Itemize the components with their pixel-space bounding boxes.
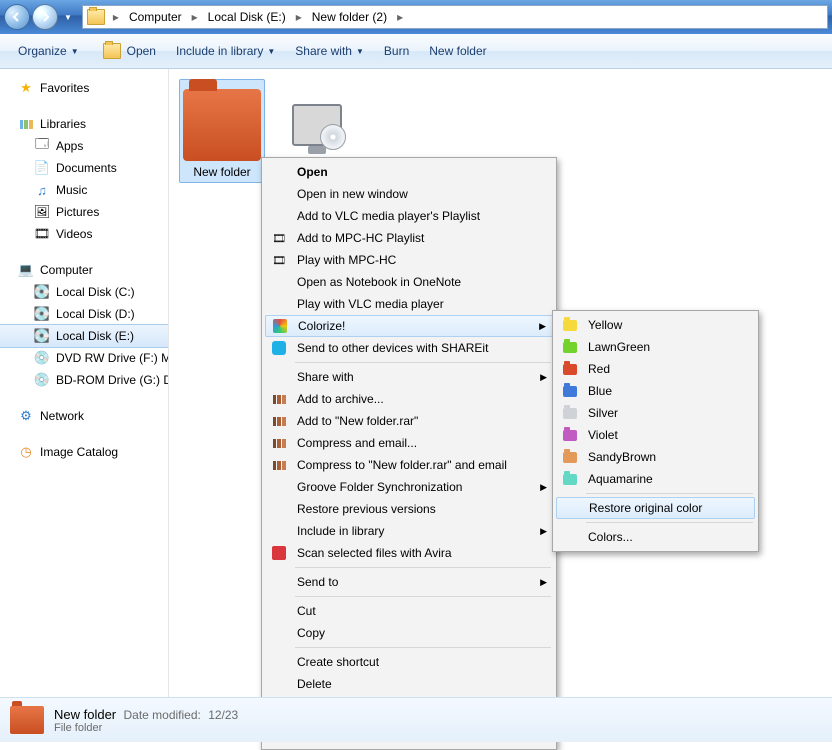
folder-icon	[87, 9, 105, 25]
ctx-colorize[interactable]: Colorize!▶	[265, 315, 553, 337]
file-label: New folder	[183, 165, 261, 179]
address-bar[interactable]: ▸ Computer▸ Local Disk (E:)▸ New folder …	[82, 5, 828, 29]
ctx-shareit[interactable]: Send to other devices with SHAREit	[265, 337, 553, 359]
ctx-cut[interactable]: Cut	[265, 600, 553, 622]
open-button[interactable]: Open	[89, 39, 166, 63]
sidebar-item-music[interactable]: ♫Music	[0, 179, 168, 201]
ctx-share-with[interactable]: Share with▶	[265, 366, 553, 388]
ctx-compress-rar-email[interactable]: Compress to "New folder.rar" and email	[265, 454, 553, 476]
crumb-drive[interactable]: Local Disk (E:)	[202, 6, 292, 28]
ctx-include-library[interactable]: Include in library▶	[265, 520, 553, 542]
sidebar-favorites[interactable]: ★Favorites	[0, 77, 168, 99]
nav-back-button[interactable]	[4, 4, 30, 30]
color-option-aquamarine[interactable]: Aquamarine	[556, 468, 755, 490]
crumb-computer[interactable]: Computer	[123, 6, 188, 28]
ctx-send-to[interactable]: Send to▶	[265, 571, 553, 593]
color-option-violet[interactable]: Violet	[556, 424, 755, 446]
nav-bar: ▼ ▸ Computer▸ Local Disk (E:)▸ New folde…	[0, 0, 832, 34]
color-restore-original[interactable]: Restore original color	[556, 497, 755, 519]
ctx-onenote[interactable]: Open as Notebook in OneNote	[265, 271, 553, 293]
ctx-groove[interactable]: Groove Folder Synchronization▶	[265, 476, 553, 498]
exe-icon	[278, 89, 356, 161]
sidebar-item-apps[interactable]: 🗔Apps	[0, 135, 168, 157]
color-option-silver[interactable]: Silver	[556, 402, 755, 424]
details-thumb-icon	[10, 706, 44, 734]
color-option-red[interactable]: Red	[556, 358, 755, 380]
ctx-mpc-add[interactable]: 🎞Add to MPC-HC Playlist	[265, 227, 553, 249]
file-tile-new-folder[interactable]: New folder	[179, 79, 265, 183]
sidebar-item-disk-e[interactable]: 💽Local Disk (E:)	[0, 324, 168, 348]
context-menu: Open Open in new window Add to VLC media…	[261, 157, 557, 750]
sidebar-item-bdrom[interactable]: 💿BD-ROM Drive (G:) D	[0, 369, 168, 391]
folder-icon-large	[183, 89, 261, 161]
burn-button[interactable]: Burn	[374, 40, 419, 62]
details-pane: New folder Date modified: 12/23 File fol…	[0, 697, 832, 742]
organize-button[interactable]: Organize▼	[8, 40, 89, 62]
sidebar-item-disk-c[interactable]: 💽Local Disk (C:)	[0, 281, 168, 303]
color-option-blue[interactable]: Blue	[556, 380, 755, 402]
ctx-delete[interactable]: Delete	[265, 673, 553, 695]
color-option-sandybrown[interactable]: SandyBrown	[556, 446, 755, 468]
sidebar-computer[interactable]: 💻Computer	[0, 259, 168, 281]
toolbar: Organize▼ Open Include in library▼ Share…	[0, 34, 832, 69]
ctx-open[interactable]: Open	[265, 161, 553, 183]
ctx-vlc-play[interactable]: Play with VLC media player	[265, 293, 553, 315]
colorize-submenu: YellowLawnGreenRedBlueSilverVioletSandyB…	[552, 310, 759, 552]
color-option-yellow[interactable]: Yellow	[556, 314, 755, 336]
new-folder-button[interactable]: New folder	[419, 40, 496, 62]
details-name: New folder	[54, 707, 116, 722]
ctx-avira[interactable]: Scan selected files with Avira	[265, 542, 553, 564]
crumb-folder[interactable]: New folder (2)	[306, 6, 393, 28]
include-library-button[interactable]: Include in library▼	[166, 40, 285, 62]
sidebar-item-documents[interactable]: 📄Documents	[0, 157, 168, 179]
ctx-restore-previous[interactable]: Restore previous versions	[265, 498, 553, 520]
sidebar-item-videos[interactable]: 🎞Videos	[0, 223, 168, 245]
details-mod-label: Date modified:	[123, 708, 200, 722]
ctx-open-new-window[interactable]: Open in new window	[265, 183, 553, 205]
color-option-lawngreen[interactable]: LawnGreen	[556, 336, 755, 358]
sidebar-item-disk-d[interactable]: 💽Local Disk (D:)	[0, 303, 168, 325]
color-more[interactable]: Colors...	[556, 526, 755, 548]
sidebar: ★Favorites Libraries 🗔Apps 📄Documents ♫M…	[0, 69, 169, 703]
details-type: File folder	[54, 722, 238, 734]
details-mod-value: 12/23	[208, 708, 238, 722]
share-with-button[interactable]: Share with▼	[285, 40, 374, 62]
ctx-vlc-add[interactable]: Add to VLC media player's Playlist	[265, 205, 553, 227]
ctx-create-shortcut[interactable]: Create shortcut	[265, 651, 553, 673]
file-tile-exe[interactable]	[274, 79, 360, 169]
sidebar-network[interactable]: ⚙Network	[0, 405, 168, 427]
sidebar-image-catalog[interactable]: ◷Image Catalog	[0, 441, 168, 463]
ctx-copy[interactable]: Copy	[265, 622, 553, 644]
sidebar-item-pictures[interactable]: 🖼Pictures	[0, 201, 168, 223]
sidebar-libraries[interactable]: Libraries	[0, 113, 168, 135]
ctx-compress-email[interactable]: Compress and email...	[265, 432, 553, 454]
ctx-add-rar[interactable]: Add to "New folder.rar"	[265, 410, 553, 432]
ctx-mpc-play[interactable]: 🎞Play with MPC-HC	[265, 249, 553, 271]
nav-forward-button[interactable]	[32, 4, 58, 30]
sidebar-item-dvd[interactable]: 💿DVD RW Drive (F:) M	[0, 347, 168, 369]
ctx-add-archive[interactable]: Add to archive...	[265, 388, 553, 410]
